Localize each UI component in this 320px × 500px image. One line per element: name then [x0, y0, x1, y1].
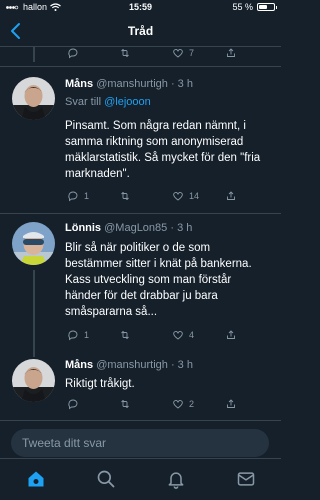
share-icon — [227, 48, 235, 57]
reply-context: Svar till @lejooon — [65, 96, 151, 108]
user-handle[interactable]: @manshurtigh — [96, 78, 168, 90]
thread-line — [33, 270, 35, 357]
reply-icon — [68, 330, 78, 341]
like-button[interactable]: 7 — [172, 47, 194, 59]
retweet-button[interactable] — [119, 190, 136, 202]
display-name[interactable]: Lönnis — [65, 222, 101, 234]
tweet-header: Måns @manshurtigh · 3 h — [65, 359, 193, 371]
share-button[interactable] — [225, 190, 237, 202]
tab-bar — [0, 458, 281, 500]
battery-group: 55 % — [232, 2, 277, 12]
retweet-button[interactable] — [119, 47, 136, 59]
tweet-text: Riktigt tråkigt. — [65, 378, 135, 390]
like-count: 7 — [189, 48, 195, 58]
reply-count: 1 — [84, 191, 90, 201]
avatar[interactable] — [12, 359, 55, 402]
reply-icon — [68, 48, 78, 59]
display-name[interactable]: Måns — [65, 359, 93, 371]
tweet-actions: 2 — [0, 398, 281, 414]
tweet-text: Pinsamt. Som några redan nämnt, i samma … — [65, 120, 261, 180]
battery-level — [259, 5, 267, 9]
reply-prefix: Svar till — [65, 96, 102, 108]
tweet-header: Måns @manshurtigh · 3 h — [65, 78, 193, 90]
reply-to-link[interactable]: @lejooon — [104, 96, 151, 108]
tab-home[interactable] — [26, 469, 46, 489]
tweet-time: · 3 h — [170, 359, 193, 371]
reply-button[interactable]: 1 — [67, 329, 89, 341]
reply-composer: Tweeta ditt svar — [0, 420, 281, 459]
like-icon — [173, 330, 183, 340]
retweet-icon — [121, 330, 129, 340]
user-handle[interactable]: @manshurtigh — [96, 359, 168, 371]
user-handle[interactable]: @MagLon85 — [104, 222, 167, 234]
tab-messages[interactable] — [236, 469, 256, 489]
tweet-actions: 1 14 — [0, 190, 281, 206]
reply-icon — [68, 399, 78, 410]
tweet-actions: 1 4 — [0, 329, 281, 345]
reply-icon — [68, 191, 78, 202]
reply-button[interactable] — [67, 47, 79, 59]
tweet-header: Lönnis @MagLon85 · 3 h — [65, 222, 192, 234]
divider — [0, 66, 281, 67]
share-icon — [227, 399, 235, 408]
like-count: 2 — [189, 399, 195, 409]
share-button[interactable] — [225, 398, 237, 410]
reply-input[interactable]: Tweeta ditt svar — [11, 429, 269, 457]
reply-count: 1 — [84, 330, 90, 340]
share-icon — [227, 191, 235, 200]
share-icon — [227, 330, 235, 339]
avatar-image — [12, 359, 55, 402]
retweet-icon — [121, 191, 129, 201]
avatar[interactable] — [12, 222, 55, 265]
like-count: 4 — [189, 330, 195, 340]
tweet-text: Blir så när politiker o de som bestämmer… — [65, 242, 252, 318]
battery-icon — [257, 3, 277, 11]
reply-button[interactable]: 1 — [67, 190, 89, 202]
tab-search[interactable] — [96, 469, 116, 489]
battery-percent: 55 % — [232, 2, 253, 12]
like-icon — [173, 191, 183, 201]
like-button[interactable]: 4 — [172, 329, 194, 341]
share-button[interactable] — [225, 329, 237, 341]
tab-notifications[interactable] — [166, 469, 186, 489]
notifications-icon — [168, 472, 184, 489]
home-icon — [28, 471, 44, 487]
retweet-button[interactable] — [119, 398, 136, 410]
status-bar: hallon 15:59 55 % — [0, 0, 281, 16]
reply-button[interactable] — [67, 398, 84, 410]
tweet-actions-top: 7 — [0, 47, 281, 63]
navigation-bar: Tråd — [0, 16, 281, 47]
messages-icon — [237, 472, 255, 486]
like-button[interactable]: 2 — [172, 398, 194, 410]
retweet-button[interactable] — [119, 329, 136, 341]
like-count: 14 — [189, 191, 200, 201]
divider — [0, 213, 281, 214]
like-icon — [173, 399, 183, 409]
avatar-image — [12, 222, 55, 265]
avatar[interactable] — [12, 77, 55, 120]
search-icon — [97, 470, 115, 488]
like-button[interactable]: 14 — [172, 190, 199, 202]
retweet-icon — [121, 399, 129, 409]
display-name[interactable]: Måns — [65, 78, 93, 90]
retweet-icon — [121, 48, 129, 58]
avatar-image — [12, 77, 55, 120]
page-title: Tråd — [127, 24, 154, 38]
tweet-time: · 3 h — [170, 78, 193, 90]
like-icon — [173, 48, 183, 58]
share-button[interactable] — [225, 47, 237, 59]
tweet-time: · 3 h — [170, 222, 193, 234]
